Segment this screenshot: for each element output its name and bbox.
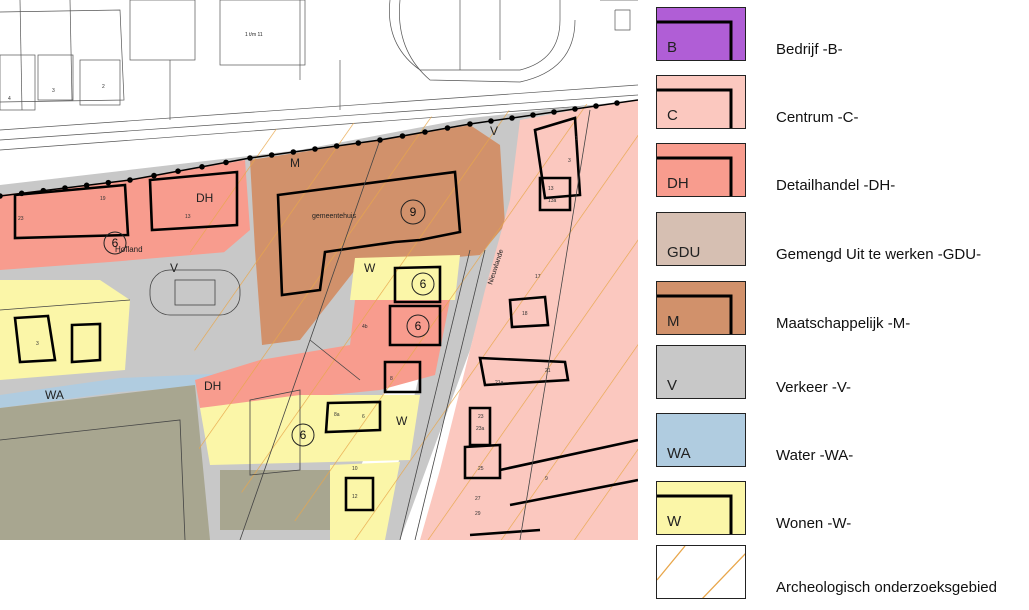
legend-label: Bedrijf -B- — [776, 41, 843, 58]
legend-item: M Maatschappelijk -M- — [654, 281, 1029, 341]
legend-item: V Verkeer -V- — [654, 345, 1029, 405]
house-number: 18 — [522, 311, 528, 317]
house-number: 13 — [185, 214, 191, 220]
house-number: 9 — [545, 476, 548, 482]
height-marker: 6 — [415, 319, 422, 333]
legend-label: Maatschappelijk -M- — [776, 315, 911, 332]
legend-code: DH — [667, 175, 689, 192]
legend-code: B — [667, 39, 678, 56]
zone-label-dh-low: DH — [204, 379, 221, 393]
house-number: 3 — [36, 341, 39, 347]
legend-label: Water -WA- — [776, 447, 854, 464]
house-number: 4 — [8, 96, 11, 102]
legend-code: GDU — [667, 244, 701, 261]
house-number: 21a — [495, 380, 504, 386]
legend-item: Archeologisch onderzoeksgebied — [654, 545, 1029, 605]
street-label-hofland: Hofland — [115, 245, 143, 254]
legend-item: WA Water -WA- — [654, 413, 1029, 473]
height-marker: 6 — [300, 428, 307, 442]
zone-label-dh-top: DH — [196, 191, 213, 205]
legend-item: W Wonen -W- — [654, 481, 1029, 541]
zone-label-v-top: V — [490, 124, 498, 138]
building-label-1-tm-11: 1 t/m 11 — [245, 32, 263, 38]
building-label-gemeentehuis: gemeentehuis — [312, 213, 356, 220]
legend-label: Gemengd Uit te werken -GDU- — [776, 246, 982, 263]
legend-label: Wonen -W- — [776, 515, 852, 532]
house-number: 27 — [475, 496, 481, 502]
zoning-map: M V DH V W DH W WA Hofland Nieuwlande ge… — [0, 0, 638, 540]
house-number: 29 — [475, 511, 481, 517]
house-number: 19 — [100, 196, 106, 202]
house-number: 3 — [52, 88, 55, 94]
legend-swatch: W — [656, 481, 746, 535]
zone-label-wa: WA — [45, 388, 64, 402]
house-number: 1 — [575, 136, 578, 142]
legend-item: B Bedrijf -B- — [654, 7, 1029, 67]
legend-item: C Centrum -C- — [654, 75, 1029, 135]
house-number: 3 — [568, 158, 571, 164]
house-number: 21 — [545, 368, 551, 374]
height-marker: 6 — [112, 236, 119, 250]
legend-swatch: V — [656, 345, 746, 399]
zone-label-w-mid: W — [364, 261, 376, 275]
house-number: 23 — [478, 414, 484, 420]
legend-code: M — [667, 313, 680, 330]
house-number: 12 — [352, 494, 358, 500]
house-number: 6 — [362, 414, 365, 420]
house-number: 4b — [362, 324, 368, 330]
legend-item: GDU Gemengd Uit te werken -GDU- — [654, 212, 1029, 272]
legend-code: W — [667, 513, 682, 530]
legend-swatch — [656, 545, 746, 599]
legend-code: V — [667, 377, 678, 394]
legend-code: C — [667, 107, 678, 124]
zone-label-v-mid: V — [170, 261, 178, 275]
legend-swatch: GDU — [656, 212, 746, 266]
height-marker: 6 — [420, 277, 427, 291]
house-number: 10 — [352, 466, 358, 472]
legend-code: WA — [667, 445, 691, 462]
legend-label: Archeologisch onderzoeksgebied — [776, 579, 997, 596]
legend-swatch: DH — [656, 143, 746, 197]
house-number: 25 — [478, 466, 484, 472]
legend: B Bedrijf -B- C Centrum -C- DH Detailhandel -… — [654, 0, 1029, 610]
legend-label: Centrum -C- — [776, 109, 859, 126]
house-number: 13 — [548, 186, 554, 192]
legend-label: Verkeer -V- — [776, 379, 852, 396]
legend-item: DH Detailhandel -DH- — [654, 143, 1029, 203]
height-marker: 9 — [410, 205, 417, 219]
house-number: 13a — [548, 198, 557, 204]
legend-swatch: WA — [656, 413, 746, 467]
house-number: 23a — [476, 426, 485, 432]
house-number: 8a — [334, 412, 340, 418]
house-number: 8 — [390, 376, 393, 382]
house-number: 17 — [535, 274, 541, 280]
legend-label: Detailhandel -DH- — [776, 177, 896, 194]
house-number: 2 — [102, 84, 105, 90]
house-number: 23 — [18, 216, 24, 222]
legend-swatch: B — [656, 7, 746, 61]
zone-label-m: M — [290, 156, 300, 170]
legend-swatch: M — [656, 281, 746, 335]
legend-swatch: C — [656, 75, 746, 129]
zone-label-w-low: W — [396, 414, 408, 428]
